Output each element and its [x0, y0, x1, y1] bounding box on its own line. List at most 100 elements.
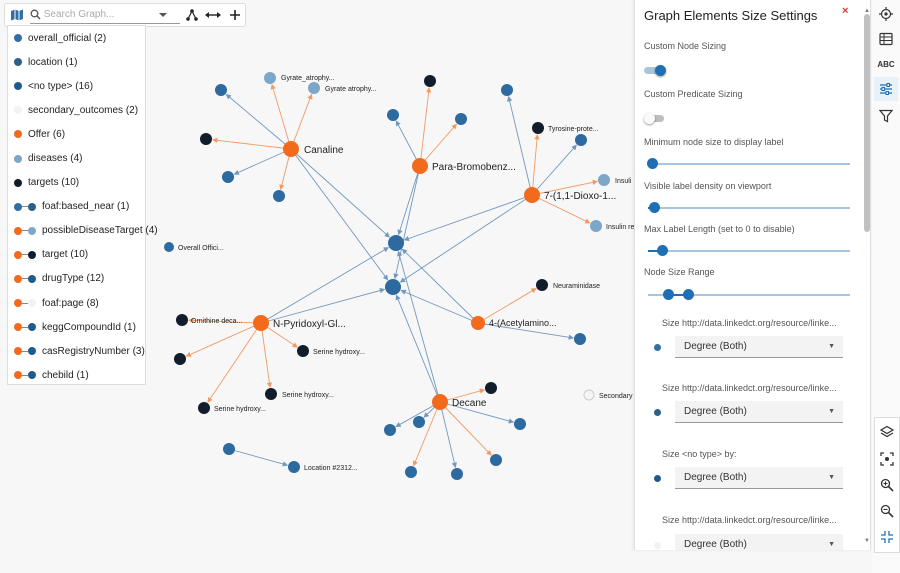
chevron-down-icon[interactable] — [158, 12, 167, 18]
size-by-select[interactable]: Degree (Both) ▼ — [675, 534, 843, 550]
graph-node[interactable] — [164, 242, 174, 252]
graph-node[interactable] — [265, 388, 277, 400]
graph-node[interactable] — [308, 82, 320, 94]
graph-node[interactable] — [575, 134, 587, 146]
graph-edge[interactable] — [507, 95, 533, 196]
legend-item-predicate[interactable]: foaf:based_near (1) — [8, 195, 145, 219]
graph-edge[interactable] — [212, 137, 292, 150]
zoom-out-icon[interactable] — [875, 499, 899, 523]
graph-node[interactable] — [273, 190, 285, 202]
abc-text-icon[interactable]: ABC — [874, 52, 898, 76]
graph-node[interactable] — [388, 235, 404, 251]
size-by-select[interactable]: Degree (Both) ▼ — [675, 467, 843, 489]
legend-item-node-type[interactable]: targets (10) — [8, 171, 145, 195]
graph-edge[interactable] — [393, 165, 421, 280]
graph-edge[interactable] — [270, 83, 292, 150]
legend-item-predicate[interactable]: keggCompoundId (1) — [8, 315, 145, 339]
graph-edge[interactable] — [225, 93, 292, 150]
graph-node[interactable] — [297, 345, 309, 357]
graph-edge[interactable] — [233, 148, 292, 175]
graph-node[interactable] — [384, 424, 396, 436]
layers-icon[interactable] — [875, 420, 899, 444]
plus-icon[interactable] — [225, 5, 245, 25]
graph-node[interactable] — [590, 220, 602, 232]
graph-edge[interactable] — [290, 93, 313, 150]
graph-edge[interactable] — [412, 401, 441, 467]
graph-node[interactable] — [485, 382, 497, 394]
graph-node[interactable] — [574, 333, 586, 345]
label-density-slider[interactable] — [648, 202, 850, 214]
graph-node[interactable] — [583, 389, 595, 401]
range-low-thumb[interactable] — [663, 289, 675, 300]
min-node-size-slider[interactable] — [647, 158, 850, 170]
scroll-down-icon[interactable]: ▼ — [864, 538, 870, 544]
graph-edge[interactable] — [401, 248, 479, 324]
graph-node[interactable] — [283, 141, 299, 157]
graph-node[interactable] — [432, 394, 448, 410]
graph-node[interactable] — [223, 443, 235, 455]
graph-node[interactable] — [215, 84, 227, 96]
graph-node[interactable] — [514, 418, 526, 430]
graph-edge[interactable] — [395, 294, 441, 403]
legend-item-predicate[interactable]: target (10) — [8, 243, 145, 267]
graph-node[interactable] — [387, 109, 399, 121]
graph-edge[interactable] — [228, 448, 289, 467]
legend-item-node-type[interactable]: Offer (6) — [8, 122, 145, 146]
fit-view-icon[interactable] — [875, 447, 899, 471]
legend-item-predicate[interactable]: chebild (1) — [8, 363, 145, 387]
graph-edge[interactable] — [399, 194, 533, 283]
search-input[interactable] — [40, 9, 159, 20]
graph-node[interactable] — [455, 113, 467, 125]
legend-item-predicate[interactable]: possibleDiseaseTarget (4) — [8, 219, 158, 243]
graph-edge[interactable] — [290, 148, 390, 238]
graph-edge[interactable] — [290, 148, 389, 281]
sliders-icon[interactable] — [874, 77, 898, 101]
graph-node[interactable] — [288, 461, 300, 473]
zoom-in-icon[interactable] — [875, 473, 899, 497]
size-by-select[interactable]: Degree (Both) ▼ — [675, 336, 843, 358]
graph-edge[interactable] — [419, 87, 432, 167]
graph-node[interactable] — [174, 353, 186, 365]
panel-scrollbar[interactable]: ▲ ▼ — [863, 8, 870, 548]
graph-edge[interactable] — [531, 134, 540, 196]
graph-node[interactable] — [532, 122, 544, 134]
graph-node[interactable] — [413, 416, 425, 428]
range-high-thumb[interactable] — [683, 289, 695, 300]
graph-edge[interactable] — [439, 401, 492, 456]
node-size-range-slider[interactable] — [648, 289, 850, 301]
graph-node[interactable] — [385, 279, 401, 295]
graph-edge[interactable] — [419, 123, 457, 167]
horizontal-arrows-icon[interactable] — [204, 5, 224, 25]
graph-node[interactable] — [501, 84, 513, 96]
graph-node[interactable] — [598, 174, 610, 186]
graph-node[interactable] — [200, 133, 212, 145]
graph-node[interactable] — [536, 279, 548, 291]
table-icon[interactable] — [874, 27, 898, 51]
legend-item-predicate[interactable]: drugType (12) — [8, 267, 145, 291]
graph-edge[interactable] — [260, 322, 273, 388]
graph-edge[interactable] — [397, 165, 421, 236]
hierarchy-icon[interactable] — [182, 5, 202, 25]
custom-node-sizing-toggle[interactable] — [644, 65, 666, 76]
search-field[interactable] — [29, 6, 180, 24]
graph-edge[interactable] — [260, 247, 390, 324]
scroll-thumb[interactable] — [864, 14, 870, 232]
graph-node[interactable] — [451, 468, 463, 480]
graph-edge[interactable] — [403, 194, 533, 242]
legend-item-node-type[interactable]: overall_official (2) — [8, 26, 145, 50]
graph-node[interactable] — [490, 454, 502, 466]
graph-node[interactable] — [176, 314, 188, 326]
max-label-length-slider[interactable] — [648, 245, 850, 257]
graph-edge[interactable] — [439, 401, 457, 469]
graph-node[interactable] — [524, 187, 540, 203]
collapse-icon[interactable] — [875, 525, 899, 549]
close-icon[interactable]: × — [842, 5, 848, 17]
graph-edge[interactable] — [400, 289, 479, 324]
graph-node[interactable] — [264, 72, 276, 84]
legend-item-predicate[interactable]: casRegistryNumber (3) — [8, 339, 145, 363]
legend-item-node-type[interactable]: secondary_outcomes (2) — [8, 98, 145, 122]
graph-node[interactable] — [471, 316, 485, 330]
graph-node[interactable] — [253, 315, 269, 331]
filter-icon[interactable] — [874, 104, 898, 128]
map-icon[interactable] — [8, 6, 26, 24]
